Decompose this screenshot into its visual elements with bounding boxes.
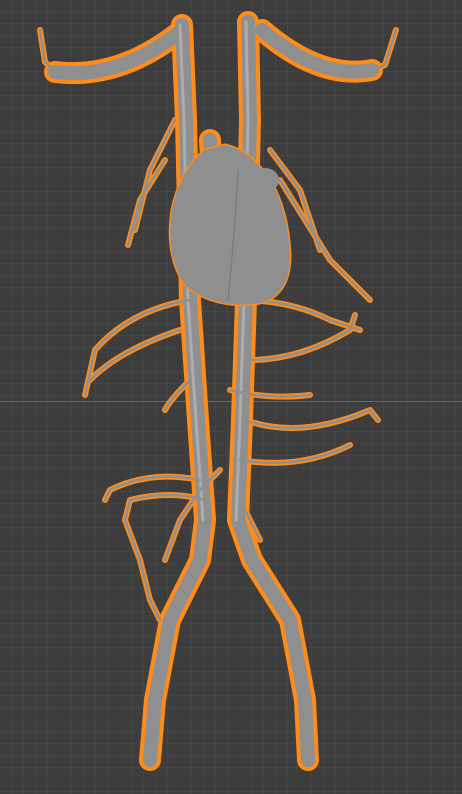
vascular-model[interactable] <box>0 0 462 794</box>
selection-outline <box>37 11 399 771</box>
3d-viewport[interactable] <box>0 0 462 794</box>
heart-mesh <box>168 143 292 307</box>
